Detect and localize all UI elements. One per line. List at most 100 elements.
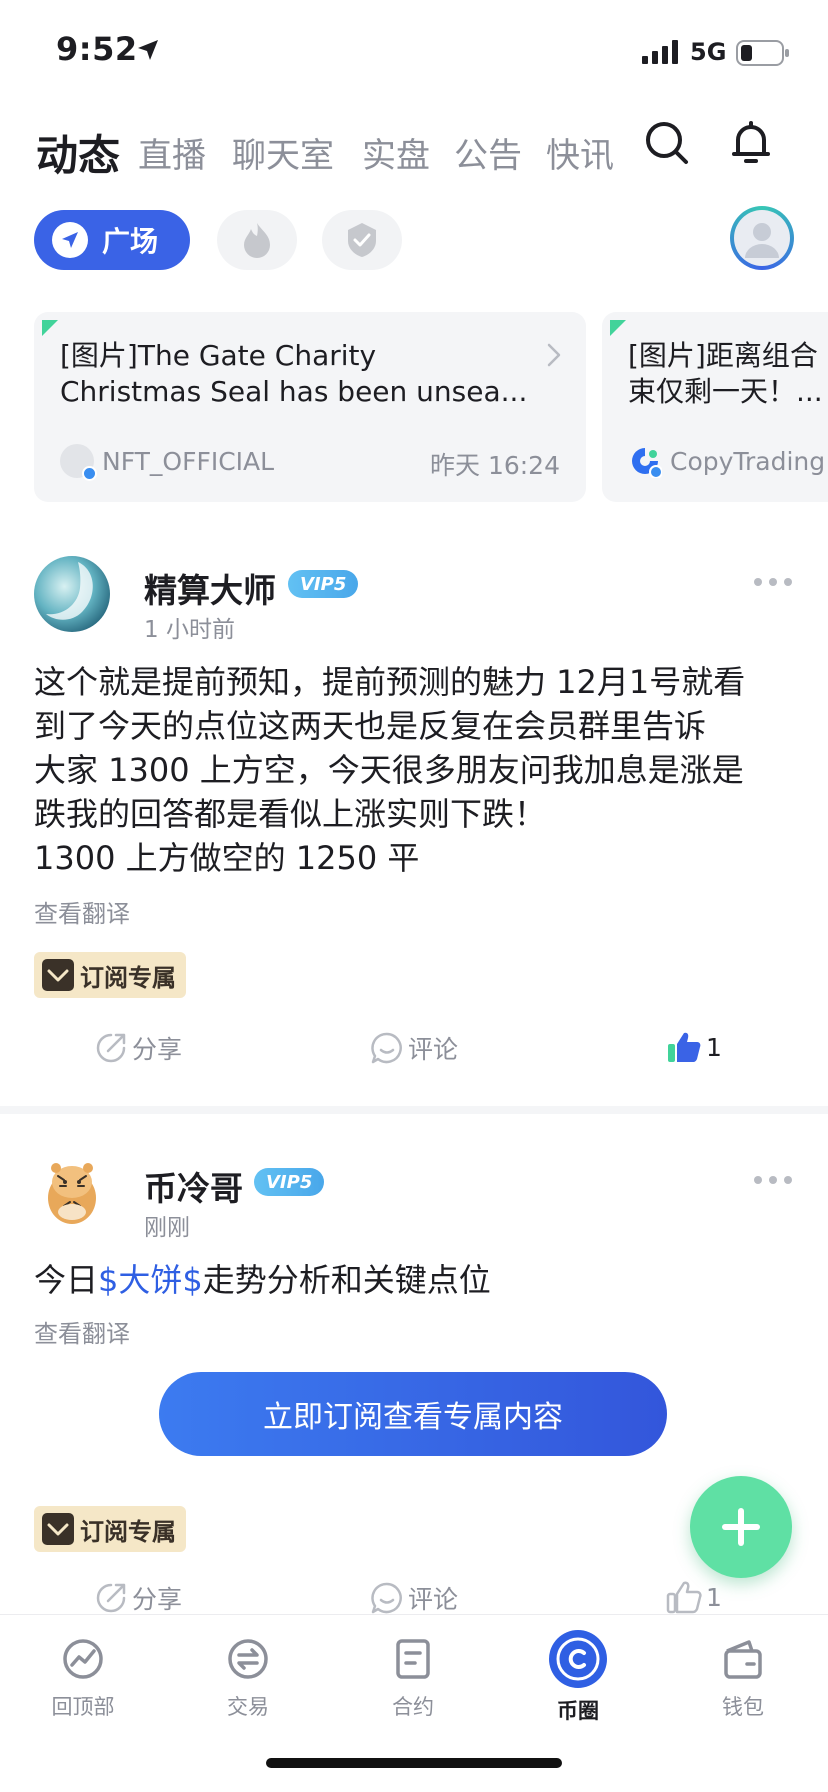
tab-contract[interactable]: 合约	[353, 1637, 473, 1721]
network-type: 5G	[690, 38, 727, 66]
coin-circle-icon	[549, 1630, 607, 1688]
tab-wallet[interactable]: 钱包	[683, 1637, 803, 1721]
subscription-tag-label: 订阅专属	[80, 1517, 176, 1546]
vip-badge: VIP5	[254, 1168, 325, 1196]
diamond-heart-icon	[42, 959, 74, 991]
plus-icon	[722, 1508, 760, 1546]
home-indicator[interactable]	[266, 1758, 562, 1768]
top-nav: 动态 直播 聊天室 实盘 公告 快讯	[36, 118, 796, 180]
announcement-author: NFT_OFFICIAL	[60, 444, 275, 481]
announcement-carousel: [图片]The Gate Charity Christmas Seal has …	[34, 312, 828, 502]
announcement-title-line: 束仅剩一天！...	[628, 375, 823, 408]
author-name: NFT_OFFICIAL	[102, 446, 275, 476]
chevron-right-icon	[547, 343, 561, 367]
announcement-time: 昨天 16:24	[430, 451, 560, 480]
share-button[interactable]: 分享	[94, 1580, 182, 1616]
author-name[interactable]: 精算大师	[144, 564, 276, 612]
person-icon	[745, 223, 779, 258]
avatar	[734, 210, 790, 266]
user-avatar-button[interactable]	[730, 206, 794, 270]
battery-icon	[736, 40, 789, 66]
like-button[interactable]: 1	[666, 1580, 722, 1614]
post-body-line: 这个就是提前预知，提前预测的魅力 12月1号就看	[34, 663, 746, 701]
author-name: CopyTrading	[670, 446, 826, 476]
post-body: 今日$大饼$走势分析和关键点位	[34, 1258, 794, 1302]
tab-dynamic[interactable]: 动态	[36, 122, 120, 183]
subscribe-button[interactable]: 立即订阅查看专属内容	[159, 1372, 667, 1456]
author-avatar	[60, 444, 97, 481]
vip-badge: VIP5	[288, 570, 359, 598]
comment-icon	[371, 1032, 402, 1064]
hot-filter-button[interactable]	[217, 210, 297, 270]
like-button[interactable]: 1	[666, 1030, 722, 1064]
comment-label: 评论	[408, 1585, 459, 1614]
corner-marker	[610, 320, 626, 336]
verified-filter-button[interactable]	[322, 210, 402, 270]
navigate-arrow-icon	[52, 222, 88, 258]
author-avatar[interactable]	[34, 1154, 110, 1230]
tab-label: 回顶部	[51, 1695, 115, 1719]
feed-post: 精算大师 VIP5 1 小时前 这个就是提前预知，提前预测的魅力 12月1号就看…	[0, 556, 828, 1116]
author-avatar[interactable]	[34, 556, 110, 632]
announcement-title-line: [图片]The Gate Charity	[60, 339, 377, 372]
announcement-card[interactable]: [图片]The Gate Charity Christmas Seal has …	[34, 312, 586, 502]
square-filter-button[interactable]: 广场	[34, 210, 190, 270]
create-post-button[interactable]	[690, 1476, 792, 1578]
contract-icon	[396, 1639, 430, 1679]
like-count: 1	[706, 1032, 722, 1062]
tab-back-to-top[interactable]: 回顶部	[23, 1637, 143, 1721]
more-options-icon[interactable]	[754, 1176, 792, 1184]
search-icon[interactable]	[644, 120, 690, 166]
post-body-line: 到了今天的点位这两天也是反复在会员群里告诉	[34, 707, 707, 745]
subscription-tag[interactable]: 订阅专属	[34, 952, 186, 998]
tab-label: 币圈	[557, 1699, 599, 1723]
diamond-heart-icon	[42, 1513, 74, 1545]
tab-chatroom[interactable]: 聊天室	[232, 128, 334, 177]
share-label: 分享	[132, 1035, 183, 1064]
subscription-tag[interactable]: 订阅专属	[34, 1506, 186, 1552]
corner-marker	[42, 320, 58, 336]
post-body-line: 跌我的回答都是看似上涨实则下跌！	[34, 795, 547, 833]
tab-announcements[interactable]: 公告	[454, 128, 522, 177]
post-actions: 分享 评论 1	[0, 1030, 828, 1080]
post-body-line: 大家 1300 上方空，今天很多朋友问我加息是涨是	[34, 751, 744, 789]
translate-link[interactable]: 查看翻译	[34, 1314, 130, 1349]
announcement-card[interactable]: [图片]距离组合 束仅剩一天！... CopyTrading	[602, 312, 828, 502]
tab-flash-news[interactable]: 快讯	[546, 128, 614, 177]
more-options-icon[interactable]	[754, 578, 792, 586]
tab-label: 交易	[227, 1695, 269, 1719]
thumbs-up-outline-icon	[666, 1581, 702, 1614]
bell-icon[interactable]	[728, 120, 774, 166]
post-divider	[0, 1106, 828, 1114]
author-name[interactable]: 币冷哥	[144, 1162, 243, 1210]
translate-link[interactable]: 查看翻译	[34, 894, 130, 929]
token-link[interactable]: $大饼$	[98, 1261, 203, 1299]
tab-trade[interactable]: 交易	[188, 1637, 308, 1721]
verified-badge-icon	[82, 466, 97, 481]
like-count: 1	[706, 1582, 722, 1612]
post-time: 刚刚	[144, 1215, 190, 1241]
tab-real-trading[interactable]: 实盘	[362, 128, 430, 177]
post-body-line: 1300 上方做空的 1250 平	[34, 839, 420, 877]
subscription-tag-label: 订阅专属	[80, 963, 176, 992]
post-body-text: 今日	[34, 1261, 99, 1299]
wallet-icon	[724, 1640, 762, 1679]
announcement-title-line: Christmas Seal has been unsea...	[60, 375, 528, 408]
tab-label: 钱包	[722, 1695, 764, 1719]
tab-coin-circle[interactable]: 币圈	[518, 1630, 638, 1725]
comment-label: 评论	[408, 1035, 459, 1064]
announcement-title: [图片]距离组合 束仅剩一天！...	[628, 338, 828, 410]
post-body: 这个就是提前预知，提前预测的魅力 12月1号就看 到了今天的点位这两天也是反复在…	[34, 660, 794, 880]
comment-button[interactable]: 评论	[370, 1030, 458, 1066]
share-button[interactable]: 分享	[94, 1030, 182, 1066]
filter-row: 广场	[34, 206, 794, 270]
comment-button[interactable]: 评论	[370, 1580, 458, 1616]
announcement-title-line: [图片]距离组合	[628, 339, 818, 372]
thumbs-up-filled-icon	[668, 1032, 701, 1062]
copytrading-logo-icon	[632, 448, 662, 478]
flame-icon	[244, 223, 270, 258]
tab-live[interactable]: 直播	[138, 128, 206, 177]
tab-label: 合约	[392, 1695, 434, 1719]
chart-up-icon	[63, 1639, 103, 1679]
post-body-text: 走势分析和关键点位	[202, 1261, 491, 1299]
